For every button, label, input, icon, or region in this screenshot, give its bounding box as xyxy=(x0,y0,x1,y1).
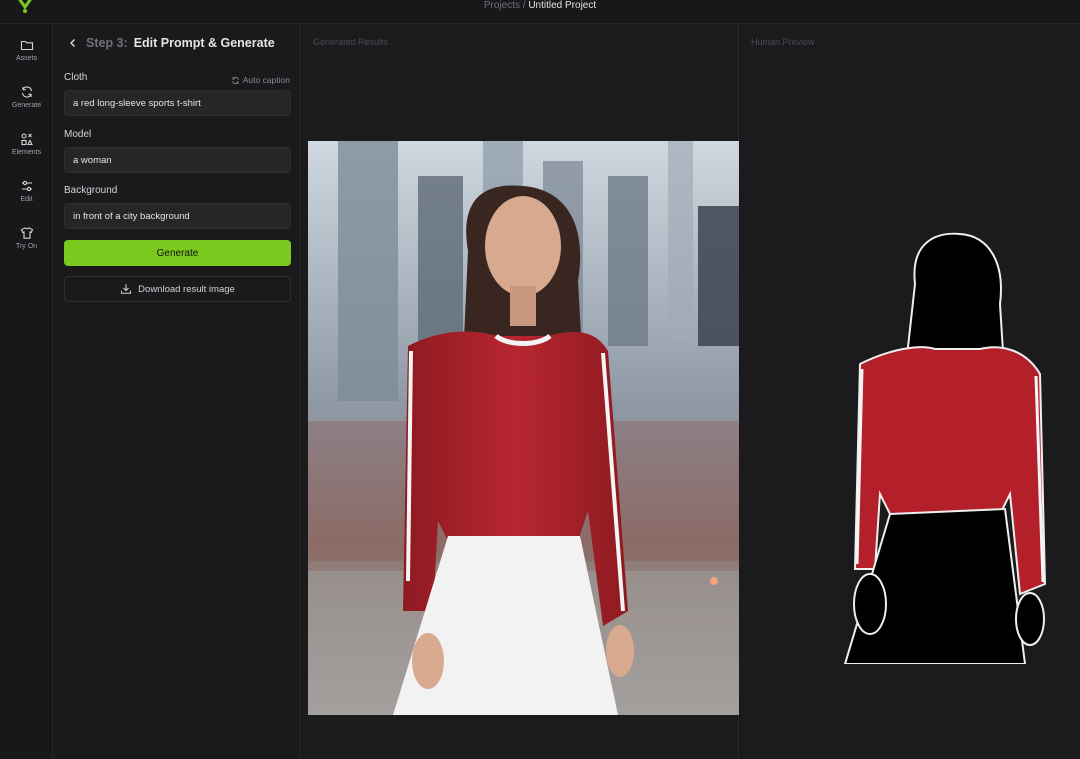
sliders-icon xyxy=(21,180,32,192)
folder-icon xyxy=(20,40,33,51)
breadcrumb-current: Untitled Project xyxy=(528,0,597,11)
sidebar-item-elements[interactable]: Elements xyxy=(0,132,53,172)
human-preview-panel: Human Preview xyxy=(740,24,1080,759)
model-label: Model xyxy=(64,129,92,140)
model-input[interactable] xyxy=(64,147,291,173)
sidebar-item-label: Generate xyxy=(11,102,42,109)
step-number: Step 3: xyxy=(86,36,128,50)
cloth-label: Cloth xyxy=(64,72,88,83)
breadcrumb-projects[interactable]: Projects xyxy=(484,0,520,11)
top-bar: Projects / Untitled Project xyxy=(0,0,1080,24)
download-result-button[interactable]: Download result image xyxy=(64,276,291,302)
generated-result-image[interactable] xyxy=(308,141,739,715)
shirt-icon xyxy=(20,227,33,239)
sidebar-item-label: Try On xyxy=(15,243,38,250)
refresh-icon xyxy=(231,76,239,84)
background-input[interactable] xyxy=(64,203,291,229)
generate-button[interactable]: Generate xyxy=(64,240,291,266)
sidebar: Assets Generate Elements Edit Try On xyxy=(0,24,53,759)
generated-results-title: Generated Results xyxy=(313,37,389,47)
refresh-icon xyxy=(21,86,32,98)
sidebar-item-label: Assets xyxy=(15,55,37,62)
sidebar-item-label: Elements xyxy=(11,149,42,156)
sidebar-item-label: Edit xyxy=(20,196,33,203)
download-icon xyxy=(121,284,132,294)
step-title: Edit Prompt & Generate xyxy=(133,36,275,50)
human-preview-title: Human Preview xyxy=(751,37,815,47)
step-header: Step 3: Edit Prompt & Generate xyxy=(66,36,275,50)
breadcrumb: Projects / Untitled Project xyxy=(0,0,1080,12)
auto-caption-button[interactable]: Auto caption xyxy=(231,75,290,85)
sidebar-item-try-on[interactable]: Try On xyxy=(0,226,53,266)
preview-silhouette-illustration xyxy=(843,232,1047,665)
download-result-label: Download result image xyxy=(138,283,235,295)
generated-results-panel: Generated Results xyxy=(302,24,739,759)
chevron-left-icon[interactable] xyxy=(66,36,80,50)
sidebar-item-generate[interactable]: Generate xyxy=(0,85,53,125)
sidebar-item-edit[interactable]: Edit xyxy=(0,179,53,219)
cloth-input[interactable] xyxy=(64,90,291,116)
elements-icon xyxy=(20,133,33,146)
result-photo-illustration xyxy=(308,141,739,715)
sidebar-item-assets[interactable]: Assets xyxy=(0,38,53,78)
background-label: Background xyxy=(64,185,118,196)
auto-caption-label: Auto caption xyxy=(242,75,290,85)
human-preview-image[interactable] xyxy=(840,224,1060,665)
prompt-panel: Step 3: Edit Prompt & Generate Cloth Aut… xyxy=(54,24,301,759)
